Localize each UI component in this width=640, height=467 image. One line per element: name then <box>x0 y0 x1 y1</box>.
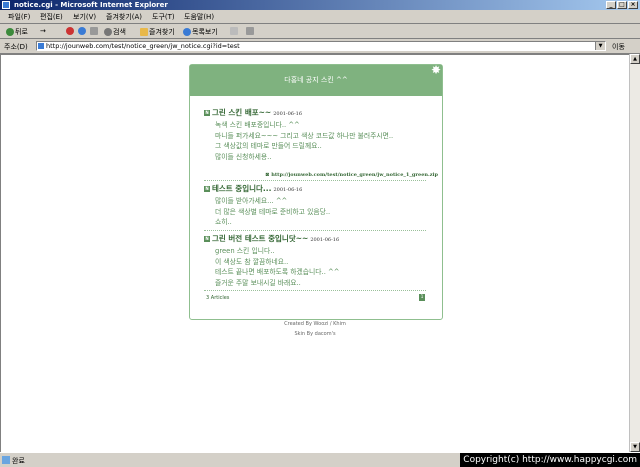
article-count: 3 Articles <box>206 295 230 301</box>
status-bar: 완료 Copyright(c) http://www.happycgi.com <box>0 452 640 467</box>
post-item: N 그린 버전 테스트 중입니닷~~ 2001-06-16 green 스킨 입니다… <box>204 233 430 288</box>
post-body: 녹색 스킨 배포중입니다.. ^^ 마니들 퍼가세요~~~ 그리고 색상 코드값… <box>215 120 430 162</box>
post-date: 2001-06-16 <box>273 187 303 193</box>
post-line: 많이들 신청하세용.. <box>215 152 272 161</box>
address-dropdown[interactable]: ▼ <box>595 42 605 50</box>
forward-button[interactable]: → <box>40 27 46 35</box>
credits-created-by: Created By Woozi / Khim <box>284 321 346 327</box>
ie-app-icon <box>2 1 10 9</box>
close-button[interactable]: × <box>628 1 638 9</box>
address-url: http://jounweb.com/test/notice_green/jw_… <box>46 42 240 50</box>
search-button[interactable]: 검색 <box>104 27 126 37</box>
new-badge: N <box>204 110 210 116</box>
back-button[interactable]: 뒤로 <box>6 27 28 37</box>
post-item: N 테스트 중입니다... 2001-06-16 많이들 받아가세요... ^^ 더… <box>204 183 430 228</box>
page-number-button[interactable]: 1 <box>419 294 425 301</box>
post-line: 더 많은 색상별 테마로 준비하고 있음당.. <box>215 207 331 216</box>
scroll-up-button[interactable]: ▲ <box>630 54 640 64</box>
post-date: 2001-06-16 <box>273 111 303 117</box>
history-icon <box>183 28 191 36</box>
post-body: 많이들 받아가세요... ^^ 더 많은 색상별 테마로 준비하고 있음당.. … <box>215 196 430 228</box>
post-title[interactable]: 그린 스킨 배포~~ <box>212 108 271 117</box>
scroll-down-button[interactable]: ▼ <box>630 442 640 452</box>
history-label: 목록보기 <box>192 28 218 36</box>
new-badge: N <box>204 236 210 242</box>
post-line: 그 색상값의 테마로 만들어 드릴께요.. <box>215 142 322 150</box>
minimize-button[interactable]: _ <box>606 1 616 9</box>
address-label: 주소(D) <box>4 43 28 51</box>
post-divider <box>204 230 426 231</box>
post-title-row[interactable]: N 테스트 중입니다... 2001-06-16 <box>204 183 430 194</box>
address-input[interactable]: http://jounweb.com/test/notice_green/jw_… <box>36 41 606 51</box>
post-title[interactable]: 테스트 중입니다... <box>212 184 271 193</box>
copyright-banner: Copyright(c) http://www.happycgi.com <box>460 453 640 467</box>
post-divider <box>204 180 426 181</box>
post-title-row[interactable]: N 그린 스킨 배포~~ 2001-06-16 <box>204 107 430 118</box>
post-line: 쇼히.. <box>215 218 232 226</box>
post-line: 테스트 끝나면 배포하도록 하겠습니다.. ^^ <box>215 268 340 276</box>
menu-edit[interactable]: 편집(E) <box>40 12 63 22</box>
title-bar: notice.cgi - Microsoft Internet Explorer… <box>0 0 640 10</box>
print-icon <box>246 27 254 35</box>
window-title: notice.cgi - Microsoft Internet Explorer <box>14 1 168 9</box>
credits-skin-by: Skin By dacom's <box>294 331 336 337</box>
maximize-button[interactable]: □ <box>617 1 627 9</box>
menu-file[interactable]: 파일(F) <box>8 12 30 22</box>
page-done-icon <box>2 456 10 464</box>
mail-button[interactable] <box>230 27 239 35</box>
home-icon <box>90 27 98 35</box>
post-line: 마니들 퍼가세요~~~ 그리고 색상 코드값 하나만 불러주시면.. <box>215 131 394 140</box>
menu-view[interactable]: 보기(V) <box>73 12 96 22</box>
post-body: green 스킨 입니다.. 이 색상도 참 깔끔하네요.. 테스트 끝나면 배… <box>215 246 430 288</box>
status-text: 완료 <box>12 457 25 465</box>
go-button[interactable]: 이동 <box>612 42 625 52</box>
new-badge: N <box>204 186 210 192</box>
mail-icon <box>230 27 238 35</box>
post-item: N 그린 스킨 배포~~ 2001-06-16 녹색 스킨 배포중입니다.. ^^ … <box>204 107 430 162</box>
star-icon: ✸ <box>430 63 441 77</box>
menu-favorites[interactable]: 즐겨찾기(A) <box>106 12 142 22</box>
refresh-icon <box>78 27 86 35</box>
search-label: 검색 <box>113 28 126 36</box>
stop-button[interactable] <box>66 27 75 35</box>
search-icon <box>104 28 112 36</box>
favorites-label: 즐겨찾기 <box>149 28 175 36</box>
print-button[interactable] <box>246 27 255 35</box>
post-title-row[interactable]: N 그린 버전 테스트 중입니닷~~ 2001-06-16 <box>204 233 430 244</box>
post-line: green 스킨 입니다.. <box>215 247 275 255</box>
menu-bar: 파일(F) 편집(E) 보기(V) 즐겨찾기(A) 도구(T) 도움말(H) <box>0 10 640 24</box>
post-date: 2001-06-16 <box>310 237 340 243</box>
stop-icon <box>66 27 74 35</box>
board-header: 다홍네 공지 스킨 ^^ <box>190 65 442 96</box>
post-line: 이 색상도 참 깔끔하네요.. <box>215 257 289 266</box>
address-bar: 주소(D) http://jounweb.com/test/notice_gre… <box>0 39 640 54</box>
history-button[interactable]: 목록보기 <box>183 27 218 37</box>
back-arrow-icon <box>6 28 14 36</box>
home-button[interactable] <box>90 27 99 35</box>
page-icon <box>38 43 44 49</box>
post-line: 녹색 스킨 배포중입니다.. ^^ <box>215 121 300 129</box>
toolbar: 뒤로 → 검색 즐겨찾기 목록보기 <box>0 24 640 39</box>
post-line: 많이들 받아가세요... ^^ <box>215 197 288 205</box>
post-divider <box>204 290 426 291</box>
favorites-button[interactable]: 즐겨찾기 <box>140 27 175 37</box>
favorites-icon <box>140 28 148 36</box>
download-link-text[interactable]: http://jounweb.com/test/notice_green/jw_… <box>271 172 438 178</box>
vertical-scrollbar[interactable]: ▲ ▼ <box>629 54 640 452</box>
post-line: 즐거운 주말 보내시길 바래요.. <box>215 278 301 287</box>
menu-tools[interactable]: 도구(T) <box>152 12 175 22</box>
notice-board: 다홍네 공지 스킨 ^^ ✸ N 그린 스킨 배포~~ 2001-06-16 녹색 … <box>189 64 443 320</box>
download-link[interactable]: ⊠ http://jounweb.com/test/notice_green/j… <box>265 172 438 178</box>
back-label: 뒤로 <box>15 28 28 36</box>
menu-help[interactable]: 도움말(H) <box>184 12 214 22</box>
refresh-button[interactable] <box>78 27 87 35</box>
post-title[interactable]: 그린 버전 테스트 중입니닷~~ <box>212 234 308 243</box>
